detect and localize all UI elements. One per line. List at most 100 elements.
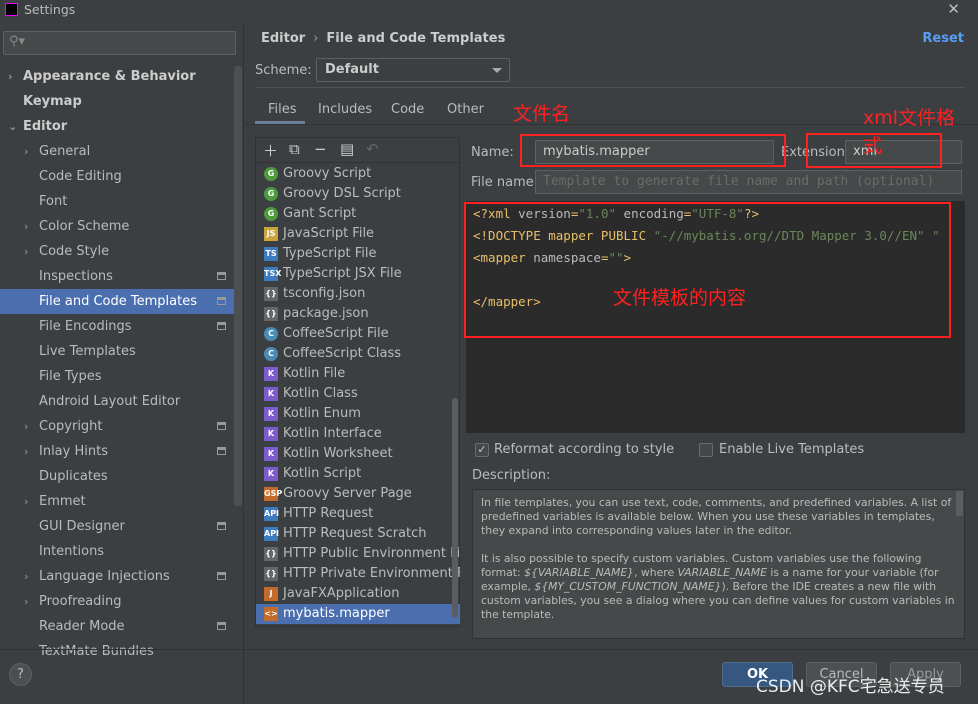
- template-list-item[interactable]: <> mybatis.mapper: [256, 604, 460, 624]
- template-list-item[interactable]: K Kotlin Enum: [256, 404, 460, 424]
- close-icon[interactable]: ✕: [947, 0, 960, 18]
- sidebar-item-gui-designer[interactable]: GUI Designer: [0, 514, 234, 539]
- remove-icon[interactable]: −: [314, 140, 327, 158]
- sidebar-item-color-scheme[interactable]: › Color Scheme: [0, 214, 234, 239]
- chevron-down-icon[interactable]: ⌄: [8, 114, 17, 139]
- chevron-right-icon[interactable]: ›: [24, 139, 28, 164]
- kotlin-icon: K: [264, 427, 278, 441]
- template-list-item[interactable]: C CoffeeScript File: [256, 324, 460, 344]
- chevron-right-icon[interactable]: ›: [24, 564, 28, 589]
- sidebar-item-textmate-bundles[interactable]: TextMate Bundles: [0, 639, 234, 664]
- sidebar-item-editor[interactable]: ⌄ Editor: [0, 114, 234, 139]
- sidebar-item-copyright[interactable]: › Copyright: [0, 414, 234, 439]
- description-paragraph: In file templates, you can use text, cod…: [481, 496, 952, 537]
- filename-field[interactable]: Template to generate file name and path …: [535, 170, 962, 194]
- sidebar-item-reader-mode[interactable]: Reader Mode: [0, 614, 234, 639]
- list-scrollbar[interactable]: [452, 398, 458, 618]
- template-list-item[interactable]: {} HTTP Private Environment File: [256, 564, 460, 584]
- kotlin-icon: K: [264, 467, 278, 481]
- sidebar-item-android-layout-editor[interactable]: Android Layout Editor: [0, 389, 234, 414]
- filename-label: File name:: [471, 175, 539, 190]
- template-list-item[interactable]: API HTTP Request: [256, 504, 460, 524]
- project-scope-icon: [217, 322, 226, 330]
- json-icon: {}: [264, 547, 278, 561]
- sidebar-item-inlay-hints[interactable]: › Inlay Hints: [0, 439, 234, 464]
- annotation-box-content: [464, 202, 951, 338]
- template-list-item[interactable]: TS TypeScript File: [256, 244, 460, 264]
- gsp-icon: GSP: [264, 487, 282, 501]
- search-input[interactable]: ⚲▾: [3, 31, 236, 55]
- chevron-right-icon[interactable]: ›: [24, 239, 28, 264]
- sidebar-item-proofreading[interactable]: › Proofreading: [0, 589, 234, 614]
- sidebar-item-inspections[interactable]: Inspections: [0, 264, 234, 289]
- sidebar-item-duplicates[interactable]: Duplicates: [0, 464, 234, 489]
- template-list-item[interactable]: G Groovy Script: [256, 164, 460, 184]
- template-list-item[interactable]: K Kotlin Script: [256, 464, 460, 484]
- template-name: CoffeeScript Class: [283, 346, 402, 361]
- template-list-item[interactable]: K Kotlin Worksheet: [256, 444, 460, 464]
- chevron-right-icon[interactable]: ›: [24, 439, 28, 464]
- sidebar-item-emmet[interactable]: › Emmet: [0, 489, 234, 514]
- sidebar-item-keymap[interactable]: Keymap: [0, 89, 234, 114]
- template-name: JavaFXApplication: [283, 586, 400, 601]
- tab-files[interactable]: Files: [268, 102, 297, 117]
- sidebar-item-language-injections[interactable]: › Language Injections: [0, 564, 234, 589]
- breadcrumb-current: File and Code Templates: [326, 31, 506, 46]
- chevron-right-icon[interactable]: ›: [24, 489, 28, 514]
- sidebar-item-file-encodings[interactable]: File Encodings: [0, 314, 234, 339]
- sidebar-item-font[interactable]: Font: [0, 189, 234, 214]
- template-list-item[interactable]: C CoffeeScript Class: [256, 344, 460, 364]
- sidebar-item-file-and-code-templates[interactable]: File and Code Templates: [0, 289, 234, 314]
- tab-includes[interactable]: Includes: [318, 102, 372, 117]
- copy-icon[interactable]: ▤: [340, 140, 354, 158]
- template-name: Kotlin Class: [283, 386, 358, 401]
- annotation-box-name: [520, 134, 786, 167]
- sidebar-item-code-editing[interactable]: Code Editing: [0, 164, 234, 189]
- sidebar-item-label: Intentions: [39, 544, 105, 559]
- chevron-right-icon[interactable]: ›: [24, 414, 28, 439]
- project-scope-icon: [217, 297, 226, 305]
- sidebar-item-appearance-behavior[interactable]: › Appearance & Behavior: [0, 64, 234, 89]
- coffee-icon: C: [264, 347, 278, 361]
- template-list-item[interactable]: K Kotlin File: [256, 364, 460, 384]
- sidebar-item-file-types[interactable]: File Types: [0, 364, 234, 389]
- help-button[interactable]: ?: [9, 663, 32, 686]
- chevron-right-icon[interactable]: ›: [8, 64, 13, 89]
- description-scrollbar[interactable]: [956, 491, 963, 516]
- tab-other[interactable]: Other: [447, 102, 484, 117]
- tab-code[interactable]: Code: [391, 102, 424, 117]
- sidebar-item-intentions[interactable]: Intentions: [0, 539, 234, 564]
- sidebar-item-general[interactable]: › General: [0, 139, 234, 164]
- sidebar-item-label: Language Injections: [39, 569, 170, 584]
- sidebar-item-code-style[interactable]: › Code Style: [0, 239, 234, 264]
- window-title: Settings: [24, 2, 76, 17]
- sidebar-scrollbar[interactable]: [234, 66, 242, 506]
- template-list-item[interactable]: G Groovy DSL Script: [256, 184, 460, 204]
- sidebar-item-live-templates[interactable]: Live Templates: [0, 339, 234, 364]
- breadcrumb-parent[interactable]: Editor: [261, 31, 305, 46]
- template-name: mybatis.mapper: [283, 606, 390, 621]
- live-templates-checkbox[interactable]: [699, 443, 713, 457]
- description-paragraph: It is also possible to specify custom va…: [481, 552, 955, 621]
- template-list-item[interactable]: {} HTTP Public Environment File: [256, 544, 460, 564]
- add-child-icon[interactable]: ⧉: [289, 140, 300, 158]
- chevron-right-icon[interactable]: ›: [24, 589, 28, 614]
- watermark: CSDN @KFC宅急送专员: [756, 677, 945, 697]
- template-list-item[interactable]: {} package.json: [256, 304, 460, 324]
- template-list-item[interactable]: {} tsconfig.json: [256, 284, 460, 304]
- scheme-select[interactable]: Default: [316, 58, 510, 82]
- template-list-item[interactable]: K Kotlin Class: [256, 384, 460, 404]
- reset-link[interactable]: Reset: [922, 31, 964, 46]
- template-list-item[interactable]: K Kotlin Interface: [256, 424, 460, 444]
- template-list-item[interactable]: TSX TypeScript JSX File: [256, 264, 460, 284]
- chevron-right-icon[interactable]: ›: [24, 214, 28, 239]
- template-list-item[interactable]: API HTTP Request Scratch: [256, 524, 460, 544]
- template-list-item[interactable]: GSP Groovy Server Page: [256, 484, 460, 504]
- template-list-item[interactable]: G Gant Script: [256, 204, 460, 224]
- reformat-checkbox[interactable]: ✓: [475, 443, 489, 457]
- template-name: Kotlin Worksheet: [283, 446, 393, 461]
- add-icon[interactable]: ＋: [263, 140, 278, 161]
- template-list-item[interactable]: J JavaFXApplication: [256, 584, 460, 604]
- template-list-item[interactable]: JS JavaScript File: [256, 224, 460, 244]
- groovy-icon: G: [264, 187, 278, 201]
